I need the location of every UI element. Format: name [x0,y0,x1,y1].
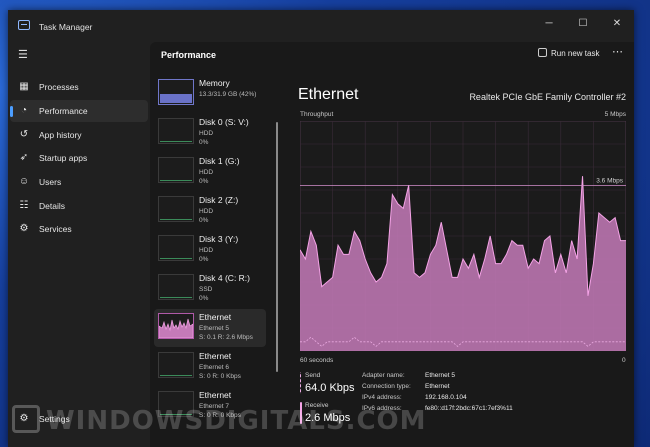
watermark-text: WINDOWSDIGITALS.COM [46,406,427,436]
resource-list-scrollbar[interactable] [276,122,278,372]
detail-title: Ethernet [298,86,359,103]
sidebar-item-app-history[interactable]: ↺ App history [10,124,148,146]
resource-list: Memory 13.3/31.9 GB (42%) Disk 0 (S: V:)… [154,75,270,447]
app-history-icon: ↺ [19,129,29,140]
connection-type-key: Connection type: [362,383,411,390]
resource-detail: HDD 0% [199,169,214,185]
resource-detail: Ethernet 6 S: 0 R: 0 Kbps [199,364,241,380]
disk-thumbnail [158,157,194,183]
more-options-icon[interactable]: ⋯ [612,45,624,58]
close-button[interactable]: ✕ [606,16,628,32]
users-icon: ☺ [18,176,30,187]
maximize-button[interactable]: ☐ [572,16,594,32]
processes-icon: ▦ [19,81,29,92]
resource-detail: 13.3/31.9 GB (42%) [199,91,257,98]
memory-thumbnail [158,79,194,105]
sidebar-item-label: Details [39,201,65,211]
resource-item-memory[interactable]: Memory 13.3/31.9 GB (42%) [154,75,266,113]
connection-type-value: Ethernet [425,383,450,390]
sidebar-item-services[interactable]: ⚙ Services [10,218,148,240]
disk-thumbnail [158,235,194,261]
ethernet-thumbnail [158,313,194,339]
resource-item-disk-4[interactable]: Disk 4 (C: R:) SSD 0% [154,270,266,308]
resource-name: Disk 4 (C: R:) [199,273,250,283]
sidebar-item-label: Performance [39,106,88,116]
ipv4-key: IPv4 address: [362,394,402,401]
minimize-button[interactable]: ─ [538,16,560,32]
resource-name: Memory [199,78,230,88]
throughput-chart: 3.6 Mbps [300,121,626,351]
disk-thumbnail [158,118,194,144]
title-bar[interactable]: Task Manager ─ ☐ ✕ [8,10,634,42]
resource-item-disk-1[interactable]: Disk 1 (G:) HDD 0% [154,153,266,191]
sidebar-item-label: Processes [39,82,79,92]
resource-item-disk-2[interactable]: Disk 2 (Z:) HDD 0% [154,192,266,230]
sidebar-item-startup-apps[interactable]: ➶ Startup apps [10,147,148,169]
resource-name: Ethernet [199,312,232,322]
resource-name: Disk 0 (S: V:) [199,117,249,127]
services-icon: ⚙ [19,223,29,234]
adapter-name-key: Adapter name: [362,372,405,379]
sidebar-item-label: Users [39,177,62,187]
sidebar-item-details[interactable]: ☷ Details [10,195,148,217]
resource-detail: HDD 0% [199,208,214,224]
startup-apps-icon: ➶ [19,152,29,163]
reference-label: 3.6 Mbps [596,177,623,184]
task-manager-window: Task Manager ─ ☐ ✕ ☰ ▦ Processes ◔ Perfo… [8,10,634,447]
sidebar: ☰ ▦ Processes ◔ Performance ↺ App histor… [8,42,150,447]
performance-icon: ◔ [20,105,28,116]
main-panel: Performance Run new task ⋯ Memory 13.3/3… [150,42,634,447]
chart-max-label: 5 Mbps [604,111,626,118]
resource-name: Disk 1 (G:) [199,156,240,166]
watermark: WINDOWSDIGITALS.COM [12,405,427,443]
send-label: Send [305,372,321,379]
resource-item-disk-0[interactable]: Disk 0 (S: V:) HDD 0% [154,114,266,152]
resource-item-ethernet-5[interactable]: Ethernet Ethernet 5 S: 0.1 R: 2.6 Mbps [154,309,266,347]
task-manager-app-icon [18,20,30,30]
send-indicator [300,372,302,394]
sidebar-item-label: App history [39,130,82,140]
ipv6-value: fe80::d17f:2bdc:67c1:7ef3%11 [425,405,513,412]
resource-name: Disk 3 (Y:) [199,234,239,244]
adapter-description: Realtek PCIe GbE Family Controller #2 [469,92,626,102]
sidebar-item-performance[interactable]: ◔ Performance [10,100,148,122]
run-task-icon [538,48,547,57]
disk-thumbnail [158,196,194,222]
watermark-logo-icon [12,405,40,433]
resource-item-ethernet-6[interactable]: Ethernet Ethernet 6 S: 0 R: 0 Kbps [154,348,266,386]
ipv4-value: 192.168.0.104 [425,394,467,401]
resource-detail: HDD 0% [199,130,214,146]
resource-detail: SSD 0% [199,286,213,302]
resource-detail: Ethernet 5 S: 0.1 R: 2.6 Mbps [199,325,253,341]
resource-name: Ethernet [199,390,232,400]
hamburger-menu-icon[interactable]: ☰ [18,48,28,61]
adapter-name-value: Ethernet 5 [425,372,455,379]
details-icon: ☷ [19,200,29,211]
chart-time-label: 60 seconds [300,357,334,364]
resource-detail: HDD 0% [199,247,214,263]
send-value: 64.0 Kbps [305,382,355,394]
ethernet-thumbnail [158,352,194,378]
sidebar-item-label: Startup apps [39,153,88,163]
disk-thumbnail [158,274,194,300]
run-new-task-button[interactable]: Run new task [538,48,599,58]
run-new-task-label: Run new task [551,49,600,58]
chart-zero-label: 0 [622,357,626,364]
sidebar-item-users[interactable]: ☺ Users [10,171,148,193]
throughput-label: Throughput [300,111,334,118]
sidebar-item-processes[interactable]: ▦ Processes [10,76,148,98]
resource-name: Ethernet [199,351,232,361]
page-title: Performance [161,50,217,60]
resource-item-disk-3[interactable]: Disk 3 (Y:) HDD 0% [154,231,266,269]
sidebar-item-label: Services [39,224,72,234]
resource-name: Disk 2 (Z:) [199,195,239,205]
window-title: Task Manager [39,22,93,32]
